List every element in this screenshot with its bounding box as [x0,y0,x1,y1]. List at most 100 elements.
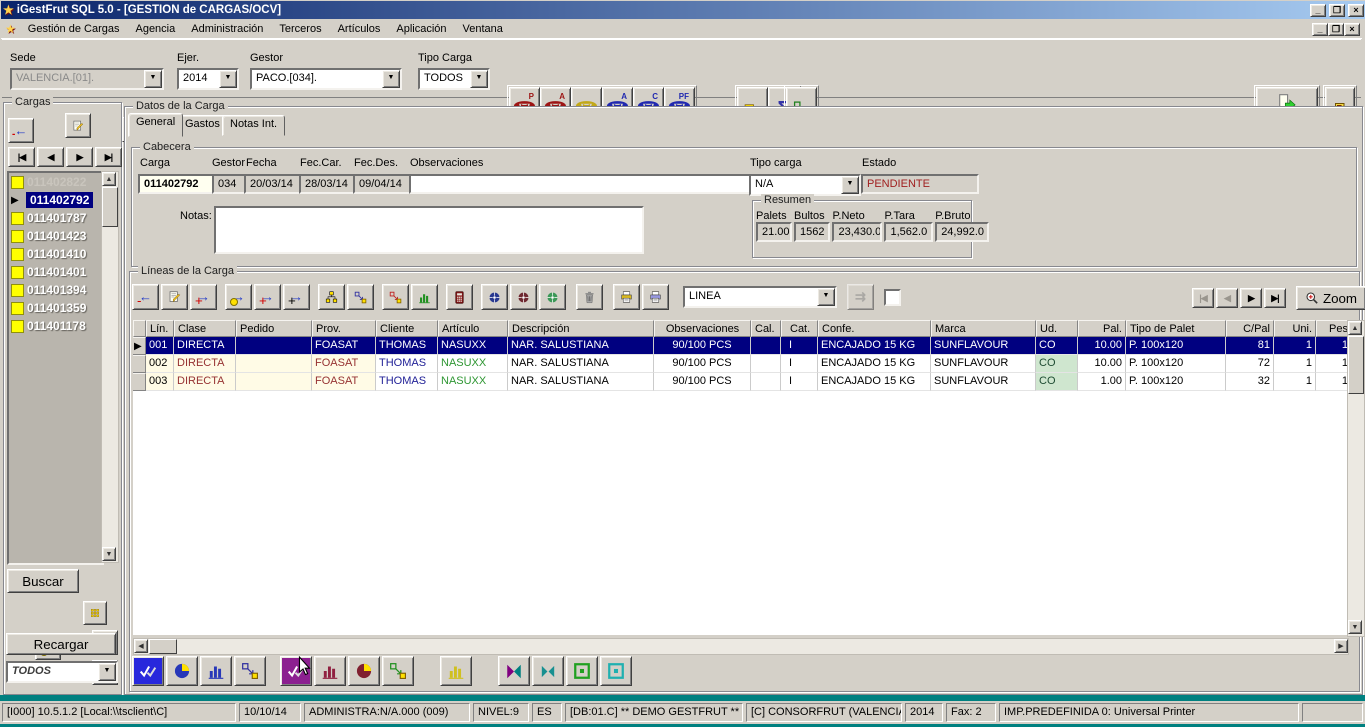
carga-list-item[interactable]: 011402822 [9,173,102,191]
list-check-purple-button[interactable] [280,656,312,686]
squares-green-button[interactable] [382,656,414,686]
mdi-close-button[interactable]: × [1344,23,1360,36]
close-button[interactable]: × [1348,4,1364,17]
pie-red-button[interactable] [348,656,380,686]
wheel-blue-button[interactable] [481,284,508,310]
carga-field[interactable]: 011402792 [138,174,222,194]
column-header[interactable]: Clase [174,320,236,337]
mdi-restore-button[interactable]: ❐ [1328,23,1344,36]
chevron-down-icon[interactable]: ▼ [144,70,162,88]
column-header[interactable]: Prov. [312,320,376,337]
menu-item-terceros[interactable]: Terceros [271,21,329,37]
previous-record-button[interactable]: ◀ [37,147,64,167]
scroll-down-icon[interactable]: ▼ [102,547,116,561]
last-record-button[interactable]: ▶| [95,147,122,167]
lineas-table[interactable]: Lín.ClasePedidoProv.ClienteArtículoDescr… [133,320,1347,635]
column-header[interactable]: Uni. [1274,320,1316,337]
next-record-button[interactable]: ▶ [66,147,93,167]
cargas-filter-select[interactable]: TODOS ▼ [6,661,118,683]
pie-blue-button[interactable] [166,656,198,686]
column-header[interactable]: Pal. [1078,320,1126,337]
ejercicio-select[interactable]: 2014 ▼ [177,68,239,90]
carga-list-item[interactable]: 011401401 [9,263,102,281]
scroll-up-icon[interactable]: ▲ [1348,321,1362,335]
remove-line-button[interactable]: ←- [132,284,159,310]
scroll-left-icon[interactable]: ◀ [134,639,148,653]
table-hscrollbar[interactable]: ◀ ▶ [133,638,1349,655]
observaciones-field[interactable] [409,174,751,194]
menu-item-administraci-n[interactable]: Administración [183,21,271,37]
search-grid-button[interactable] [83,601,107,625]
add-line-button[interactable]: →+ [190,284,217,310]
chevron-down-icon[interactable]: ▼ [817,288,835,306]
cargas-list[interactable]: 011402822▶011402792011401787011401423011… [7,171,104,565]
lineas-view-select[interactable]: LINEA ▼ [683,286,837,308]
scrollbar-thumb[interactable] [1348,336,1364,394]
carga-list-item[interactable]: 011401410 [9,245,102,263]
bars-blue-button[interactable] [200,656,232,686]
column-header[interactable]: Cal. [751,320,781,337]
squares-blue-button[interactable] [234,656,266,686]
menu-item-agencia[interactable]: Agencia [127,21,183,37]
tab-general[interactable]: General [128,113,183,137]
chevron-down-icon[interactable]: ▼ [98,663,116,681]
cargas-scrollbar[interactable]: ▲ ▼ [101,171,119,563]
scrollbar-thumb[interactable] [149,639,177,654]
scroll-right-icon[interactable]: ▶ [1334,639,1348,653]
lines-first-button[interactable]: |◀ [1192,288,1214,308]
column-header[interactable]: Confe. [818,320,931,337]
restore-button[interactable]: ❐ [1329,4,1345,17]
table-vscrollbar[interactable]: ▲ ▼ [1347,320,1365,637]
menu-item-aplicaci-n[interactable]: Aplicación [388,21,454,37]
menu-item-gesti-n-de-cargas[interactable]: Gestión de Cargas [20,21,128,37]
tab-notas-int[interactable]: Notas Int. [222,115,285,136]
chevron-down-icon[interactable]: ▼ [382,70,400,88]
carga-list-item[interactable]: 011401394 [9,281,102,299]
goto-line-button[interactable]: → [225,284,252,310]
carga-list-item[interactable]: 011401178 [9,317,102,335]
remove-carga-button[interactable]: ←- [8,118,34,143]
minimize-button[interactable]: _ [1310,4,1326,17]
column-header[interactable]: Descripción [508,320,654,337]
recargar-button[interactable]: Recargar [6,633,116,655]
carga-list-item[interactable]: ▶011402792 [9,191,102,209]
column-header[interactable]: Pedido [236,320,312,337]
print-button[interactable] [613,284,640,310]
delete-lines-button[interactable] [576,284,603,310]
copy-structure-button[interactable] [347,284,374,310]
carga-list-item[interactable]: 011401359 [9,299,102,317]
column-header[interactable]: Pes [1316,320,1347,337]
reorder-button[interactable]: ⇉ [847,284,874,310]
calculator-button[interactable] [446,284,473,310]
split-x-button[interactable] [498,656,530,686]
bars-red-button[interactable] [314,656,346,686]
buscar-button[interactable]: Buscar [7,569,79,593]
move-lines-button[interactable] [382,284,409,310]
wheel-red-button[interactable] [510,284,537,310]
first-record-button[interactable]: |◀ [8,147,35,167]
lineas-checkbox[interactable] [884,289,901,306]
column-header[interactable]: Tipo de Palet [1126,320,1226,337]
lines-last-button[interactable]: ▶| [1264,288,1286,308]
line-chart-button[interactable] [411,284,438,310]
column-header[interactable]: Ud. [1036,320,1078,337]
mdi-minimize-button[interactable]: _ [1312,23,1328,36]
edit-line-button[interactable] [161,284,188,310]
collapse-button[interactable] [532,656,564,686]
carga-list-item[interactable]: 011401787 [9,209,102,227]
print-alt-button[interactable] [642,284,669,310]
lines-next-button[interactable]: ▶ [1240,288,1262,308]
column-header[interactable]: Artículo [438,320,508,337]
chart-yellow-button[interactable] [440,656,472,686]
menu-item-ventana[interactable]: Ventana [455,21,511,37]
scroll-down-icon[interactable]: ▼ [1348,620,1362,634]
chevron-down-icon[interactable]: ▼ [841,176,859,194]
lines-previous-button[interactable]: ◀ [1216,288,1238,308]
square-teal-button[interactable] [600,656,632,686]
column-header[interactable]: Lín. [146,320,174,337]
column-header[interactable]: C/Pal [1226,320,1274,337]
column-header[interactable]: Marca [931,320,1036,337]
gestor-select[interactable]: PACO.[034]. ▼ [250,68,402,90]
tipo-carga-select[interactable]: TODOS ▼ [418,68,490,90]
hierarchy-button[interactable] [318,284,345,310]
